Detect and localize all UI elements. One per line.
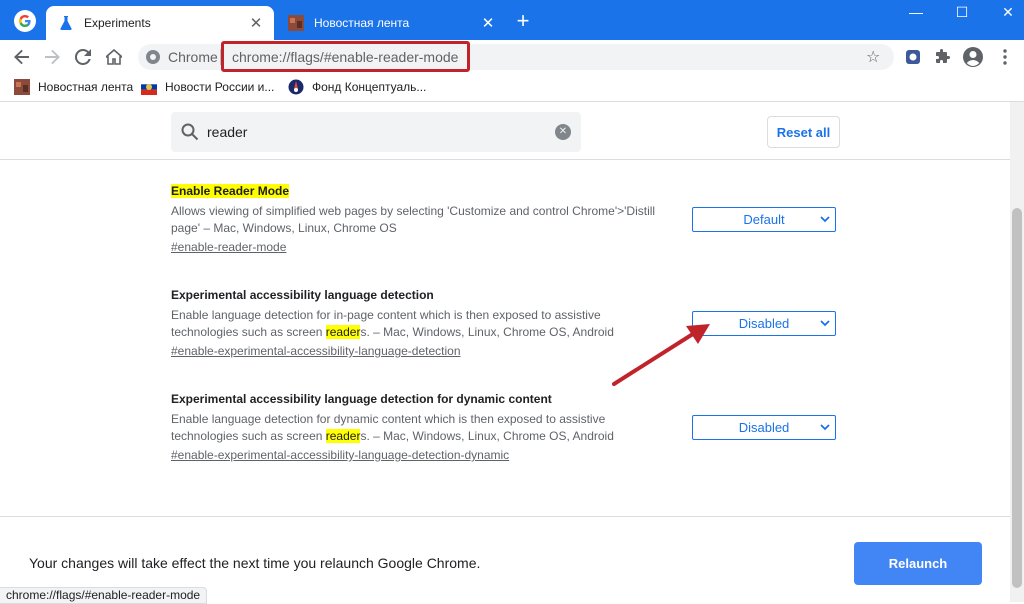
minimize-icon[interactable]: —: [893, 0, 939, 24]
flag-description: Allows viewing of simplified web pages b…: [171, 204, 656, 235]
select-value: Disabled: [738, 316, 790, 331]
chevron-down-icon: [820, 315, 830, 334]
scrollbar[interactable]: [1010, 102, 1024, 602]
reload-button[interactable]: [70, 44, 96, 70]
title-bar: Experiments ✕ Новостная лента ✕ + — ☐ ✕: [0, 0, 1024, 40]
bookmark-label: Фонд Концептуаль...: [312, 80, 427, 94]
forward-button[interactable]: [39, 44, 65, 70]
chevron-down-icon: [820, 211, 830, 230]
extension-icon[interactable]: [902, 46, 924, 68]
scrollbar-thumb[interactable]: [1012, 208, 1022, 588]
news-favicon-icon: [14, 79, 30, 95]
bookmark-item[interactable]: Фонд Концептуаль...: [288, 79, 426, 95]
close-tab-icon[interactable]: ✕: [478, 13, 498, 33]
bookmark-item[interactable]: Новости России и...: [141, 79, 274, 95]
site-label: Chrome: [168, 49, 218, 65]
close-window-icon[interactable]: ✕: [985, 0, 1024, 24]
flag-title: Experimental accessibility language dete…: [171, 288, 434, 302]
new-tab-button[interactable]: +: [512, 10, 534, 33]
flag-enable-reader-mode: Enable Reader Mode Allows viewing of sim…: [171, 184, 691, 254]
search-icon: [181, 123, 199, 141]
tab-title: Новостная лента: [314, 16, 410, 30]
forward-arrow-icon: [45, 49, 60, 65]
flag-accessibility-language-detection-dynamic: Experimental accessibility language dete…: [171, 392, 691, 462]
flag-title: Experimental accessibility language dete…: [171, 392, 552, 406]
status-bar: chrome://flags/#enable-reader-mode: [0, 587, 208, 604]
flags-search-box[interactable]: reader ✕: [171, 112, 581, 152]
flag-link[interactable]: #enable-reader-mode: [171, 240, 691, 254]
puzzle-icon[interactable]: [932, 46, 954, 68]
bookmark-label: Новости России и...: [165, 80, 275, 94]
relaunch-button[interactable]: Relaunch: [854, 542, 982, 585]
clear-search-icon[interactable]: ✕: [555, 124, 571, 140]
chevron-down-icon: [820, 419, 830, 438]
annotation-arrow-icon: [612, 324, 710, 386]
select-value: Disabled: [738, 420, 790, 435]
select-value: Default: [743, 212, 785, 227]
home-icon: [106, 49, 122, 65]
menu-dots-icon[interactable]: [994, 46, 1016, 68]
profile-avatar-icon[interactable]: [962, 46, 984, 68]
maximize-icon[interactable]: ☐: [939, 0, 985, 24]
tab-title: Experiments: [84, 16, 151, 30]
url-text[interactable]: chrome://flags/#enable-reader-mode: [221, 41, 470, 72]
relaunch-message: Your changes will take effect the next t…: [29, 555, 481, 571]
bookmark-label: Новостная лента: [38, 80, 134, 94]
search-input[interactable]: reader: [207, 124, 555, 140]
back-arrow-icon: [14, 49, 29, 65]
flag-description: Enable language detection for dynamic co…: [171, 412, 614, 443]
bookmark-item[interactable]: Новостная лента: [14, 79, 133, 95]
russia-news-favicon-icon: [141, 79, 157, 95]
flags-page: reader ✕ Reset all Enable Reader Mode Al…: [0, 102, 1010, 602]
flag-link[interactable]: #enable-experimental-accessibility-langu…: [171, 448, 691, 462]
close-tab-icon[interactable]: ✕: [246, 13, 266, 33]
chrome-icon: [146, 50, 160, 64]
flag-state-select[interactable]: Disabled: [692, 415, 836, 440]
bookmarks-bar: Новостная лента Новости России и... Фонд…: [0, 74, 1024, 102]
site-info[interactable]: Chrome: [146, 49, 218, 65]
bookmark-star-icon[interactable]: ☆: [866, 47, 880, 67]
reset-all-button[interactable]: Reset all: [767, 116, 840, 148]
back-button[interactable]: [9, 44, 35, 70]
tab-experiments[interactable]: Experiments ✕: [46, 6, 274, 40]
home-button[interactable]: [101, 44, 127, 70]
search-header: reader ✕ Reset all: [0, 102, 1010, 160]
fund-favicon-icon: [288, 79, 304, 95]
flag-state-select[interactable]: Default: [692, 207, 836, 232]
news-favicon-icon: [288, 15, 304, 31]
google-icon[interactable]: [14, 10, 36, 32]
reload-icon: [75, 49, 91, 65]
tab-news-feed[interactable]: Новостная лента ✕: [276, 6, 506, 40]
flask-icon: [60, 16, 72, 30]
flag-title: Enable Reader Mode: [171, 184, 290, 198]
